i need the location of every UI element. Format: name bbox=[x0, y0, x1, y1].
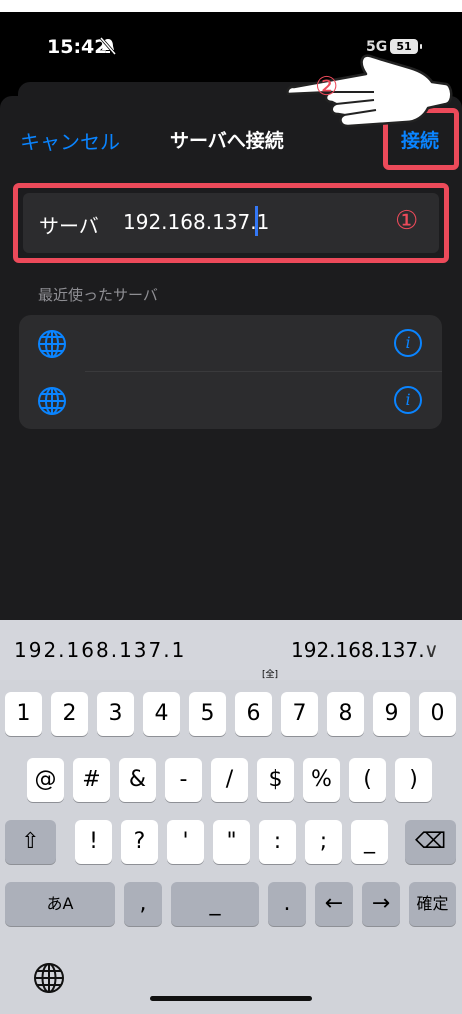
key-ampersand[interactable]: & bbox=[119, 758, 156, 802]
cursor-right-key[interactable]: → bbox=[362, 882, 400, 926]
key-question[interactable]: ? bbox=[121, 820, 158, 864]
key-7[interactable]: 7 bbox=[281, 692, 318, 736]
candidate-bar: 192.168.137.1 [全] 192.168.137. ∨ bbox=[0, 620, 462, 680]
server-field-label: サーバ bbox=[39, 214, 99, 238]
step-2-marker: ② bbox=[315, 72, 339, 102]
kana-alpha-toggle-key[interactable]: あA bbox=[5, 882, 115, 926]
delete-key[interactable]: ⌫ bbox=[405, 820, 456, 864]
recent-server-row[interactable]: i bbox=[19, 372, 442, 429]
cursor-left-key[interactable]: ← bbox=[315, 882, 353, 926]
key-hash[interactable]: # bbox=[73, 758, 110, 802]
globe-icon[interactable] bbox=[32, 961, 66, 995]
key-hyphen[interactable]: - bbox=[165, 758, 202, 802]
candidate-fullwidth[interactable]: 192.168.137.1 bbox=[14, 638, 186, 662]
key-1[interactable]: 1 bbox=[5, 692, 42, 736]
key-at[interactable]: @ bbox=[27, 758, 64, 802]
key-percent[interactable]: % bbox=[303, 758, 340, 802]
key-paren-open[interactable]: ( bbox=[349, 758, 386, 802]
key-colon[interactable]: : bbox=[259, 820, 296, 864]
key-2[interactable]: 2 bbox=[51, 692, 88, 736]
key-slash[interactable]: / bbox=[211, 758, 248, 802]
key-quote[interactable]: " bbox=[213, 820, 250, 864]
key-period[interactable]: . bbox=[268, 882, 306, 926]
key-comma[interactable]: , bbox=[124, 882, 162, 926]
key-apostrophe[interactable]: ' bbox=[167, 820, 204, 864]
pointing-hand-icon bbox=[286, 54, 453, 128]
key-8[interactable]: 8 bbox=[327, 692, 364, 736]
silent-bell-icon bbox=[99, 37, 117, 59]
key-exclamation[interactable]: ! bbox=[75, 820, 112, 864]
info-icon[interactable]: i bbox=[394, 329, 422, 357]
recent-servers-label: 最近使ったサーバ bbox=[38, 286, 158, 304]
chevron-down-icon[interactable]: ∨ bbox=[424, 638, 439, 662]
key-6[interactable]: 6 bbox=[235, 692, 272, 736]
key-paren-close[interactable]: ) bbox=[395, 758, 432, 802]
cancel-button[interactable]: キャンセル bbox=[20, 126, 120, 155]
keyboard: 192.168.137.1 [全] 192.168.137. ∨ 1 2 3 4… bbox=[0, 620, 462, 1014]
shift-key[interactable]: ⇧ bbox=[5, 820, 56, 864]
space-key[interactable]: _ bbox=[171, 882, 259, 926]
globe-icon bbox=[37, 329, 67, 359]
recent-server-row[interactable]: i bbox=[19, 315, 442, 372]
home-indicator bbox=[150, 996, 312, 1001]
keyboard-bottom-bar bbox=[0, 938, 462, 1014]
confirm-key[interactable]: 確定 bbox=[409, 882, 456, 926]
globe-icon bbox=[37, 386, 67, 416]
server-address-input[interactable] bbox=[123, 205, 383, 239]
step-1-marker: ① bbox=[395, 206, 419, 236]
info-icon[interactable]: i bbox=[394, 386, 422, 414]
key-0[interactable]: 0 bbox=[419, 692, 456, 736]
key-9[interactable]: 9 bbox=[373, 692, 410, 736]
key-5[interactable]: 5 bbox=[189, 692, 226, 736]
server-field[interactable]: サーバ ① bbox=[23, 193, 439, 253]
key-underscore[interactable]: _ bbox=[351, 820, 388, 864]
candidate-halfwidth[interactable]: 192.168.137. bbox=[291, 638, 425, 662]
phone-screen: 15:42 5G 51 キャンセル サーバへ接続 接続 サーバ ① 最近使ったサ… bbox=[0, 12, 462, 1014]
status-time: 15:42 bbox=[47, 36, 108, 58]
key-dollar[interactable]: $ bbox=[257, 758, 294, 802]
key-semicolon[interactable]: ; bbox=[305, 820, 342, 864]
sheet-title: サーバへ接続 bbox=[170, 130, 284, 152]
text-caret bbox=[255, 206, 258, 236]
key-4[interactable]: 4 bbox=[143, 692, 180, 736]
connect-server-sheet: キャンセル サーバへ接続 接続 サーバ ① 最近使ったサーバ i i bbox=[0, 96, 462, 636]
recent-servers-list: i i bbox=[19, 315, 442, 429]
candidate-fullwidth-mark: [全] bbox=[262, 670, 279, 680]
key-3[interactable]: 3 bbox=[97, 692, 134, 736]
